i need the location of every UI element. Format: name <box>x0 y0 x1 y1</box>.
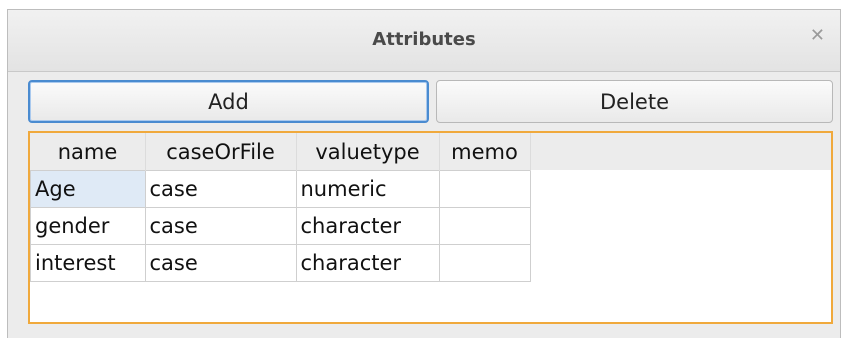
cell-name[interactable]: gender <box>30 207 146 245</box>
cell-caseorfile[interactable]: case <box>144 207 297 245</box>
title-bar[interactable]: Attributes ✕ <box>8 10 840 72</box>
cell-valuetype[interactable]: character <box>295 244 440 282</box>
column-header-name[interactable]: name <box>30 133 146 171</box>
cell-name[interactable]: Age <box>30 170 146 208</box>
column-header-memo[interactable]: memo <box>439 133 531 171</box>
delete-button[interactable]: Delete <box>436 80 833 123</box>
table-row[interactable]: interest case character <box>30 244 531 282</box>
window-title: Attributes <box>372 29 476 50</box>
cell-name[interactable]: interest <box>30 244 146 282</box>
cell-memo[interactable] <box>438 207 531 245</box>
table-row[interactable]: Age case numeric <box>30 170 531 208</box>
table-header-row: name caseOrFile valuetype memo <box>30 133 531 171</box>
cell-memo[interactable] <box>438 170 531 208</box>
attributes-table-container[interactable]: name caseOrFile valuetype memo Age case … <box>28 131 833 324</box>
column-header-valuetype[interactable]: valuetype <box>296 133 440 171</box>
attributes-table[interactable]: name caseOrFile valuetype memo Age case … <box>30 133 531 282</box>
add-button[interactable]: Add <box>28 80 429 123</box>
table-row[interactable]: gender case character <box>30 207 531 245</box>
close-icon[interactable]: ✕ <box>810 25 825 46</box>
attributes-window: Attributes ✕ Add Delete name caseOrFile … <box>7 9 841 338</box>
cell-caseorfile[interactable]: case <box>144 244 297 282</box>
cell-valuetype[interactable]: numeric <box>295 170 440 208</box>
cell-memo[interactable] <box>438 244 531 282</box>
cell-caseorfile[interactable]: case <box>144 170 297 208</box>
column-header-caseorfile[interactable]: caseOrFile <box>145 133 297 171</box>
cell-valuetype[interactable]: character <box>295 207 440 245</box>
